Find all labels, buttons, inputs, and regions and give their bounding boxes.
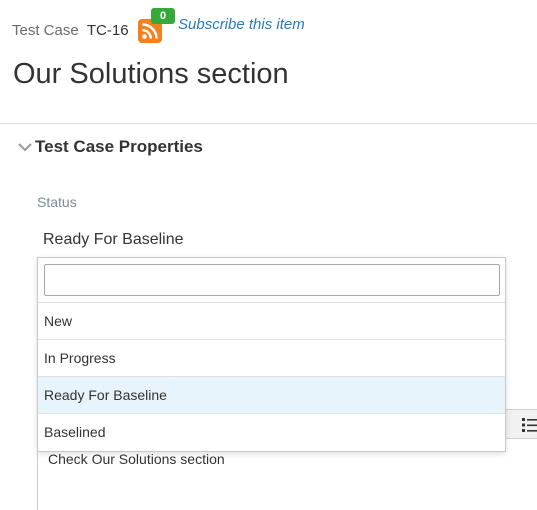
section-title: Test Case Properties <box>35 137 203 156</box>
chevron-down-icon <box>18 143 32 152</box>
dropdown-option-ready-for-baseline[interactable]: Ready For Baseline <box>38 377 505 414</box>
dropdown-options: New In Progress Ready For Baseline Basel… <box>38 302 505 450</box>
status-dropdown: New In Progress Ready For Baseline Basel… <box>37 257 506 452</box>
dropdown-search-input[interactable] <box>44 264 500 296</box>
dropdown-option-new[interactable]: New <box>38 303 505 340</box>
subscriber-count-badge: 0 <box>151 8 175 24</box>
status-value[interactable]: Ready For Baseline <box>43 231 184 249</box>
subscribe-link[interactable]: Subscribe this item <box>178 16 305 33</box>
header-divider <box>0 123 537 124</box>
editor-toolbar <box>505 409 537 439</box>
status-label: Status <box>37 194 77 210</box>
item-breadcrumb: Test Case TC-16 <box>12 22 129 40</box>
editor-content[interactable]: Check Our Solutions section <box>48 451 225 467</box>
dropdown-option-baselined[interactable]: Baselined <box>38 414 505 450</box>
bulleted-list-icon[interactable] <box>521 415 537 435</box>
item-type: Test Case <box>12 22 79 39</box>
page-title: Our Solutions section <box>13 58 289 90</box>
item-id: TC-16 <box>86 22 129 39</box>
section-header-test-case-properties[interactable]: Test Case Properties <box>18 136 203 158</box>
dropdown-option-in-progress[interactable]: In Progress <box>38 340 505 377</box>
